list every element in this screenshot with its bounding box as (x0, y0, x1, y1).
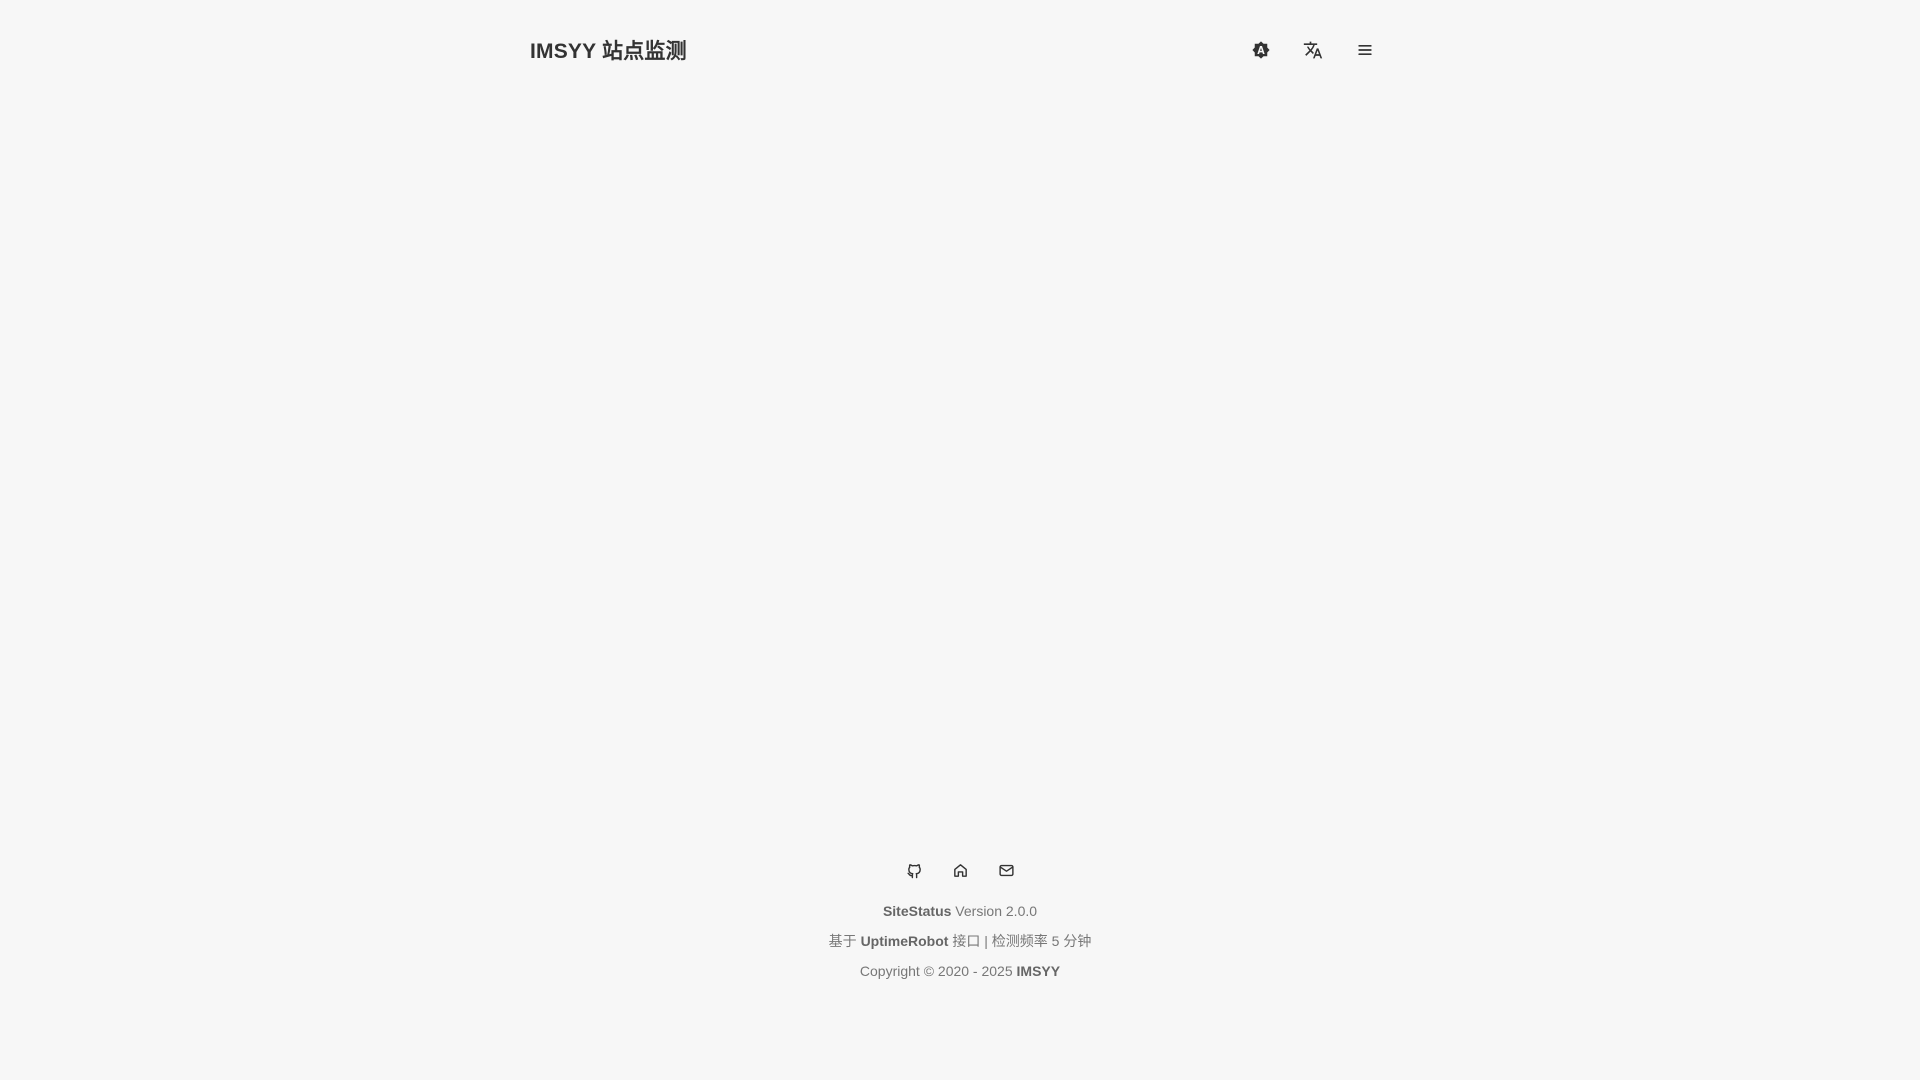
home-link[interactable] (948, 858, 972, 882)
header-actions (1244, 33, 1382, 67)
version-text: Version 2.0.0 (951, 903, 1038, 919)
copyright: Copyright © 2020 - 2025 IMSYY (0, 962, 1920, 980)
product-name: SiteStatus (882, 903, 952, 919)
powered-info: 基于 UptimeRobot 接口 | 检测频率 5 分钟 (0, 932, 1920, 950)
powered-suffix: 接口 | 检测频率 5 分钟 (948, 933, 1092, 949)
mail-icon (998, 862, 1015, 879)
github-link[interactable] (902, 858, 926, 882)
theme-toggle-button[interactable] (1244, 33, 1278, 67)
footer-links (0, 858, 1920, 882)
github-icon (906, 862, 923, 879)
auto-theme-icon (1251, 40, 1271, 60)
top-bar: IMSYY 站点监测 (530, 24, 1382, 76)
site-title[interactable]: IMSYY 站点监测 (530, 35, 687, 65)
copyright-owner: IMSYY (1016, 963, 1061, 979)
menu-icon (1355, 40, 1375, 60)
page: IMSYY 站点监测 SiteStatus Version 2.0.0 基于 U… (0, 0, 1920, 1080)
copyright-prefix: Copyright © 2020 - 2025 (859, 963, 1017, 979)
menu-button[interactable] (1348, 33, 1382, 67)
version-info: SiteStatus Version 2.0.0 (0, 902, 1920, 920)
language-switch-button[interactable] (1296, 33, 1330, 67)
api-name: UptimeRobot (860, 933, 949, 949)
footer: SiteStatus Version 2.0.0 基于 UptimeRobot … (0, 858, 1920, 992)
home-icon (952, 862, 969, 879)
mail-link[interactable] (994, 858, 1018, 882)
powered-prefix: 基于 (828, 933, 861, 949)
translate-icon (1303, 40, 1323, 60)
